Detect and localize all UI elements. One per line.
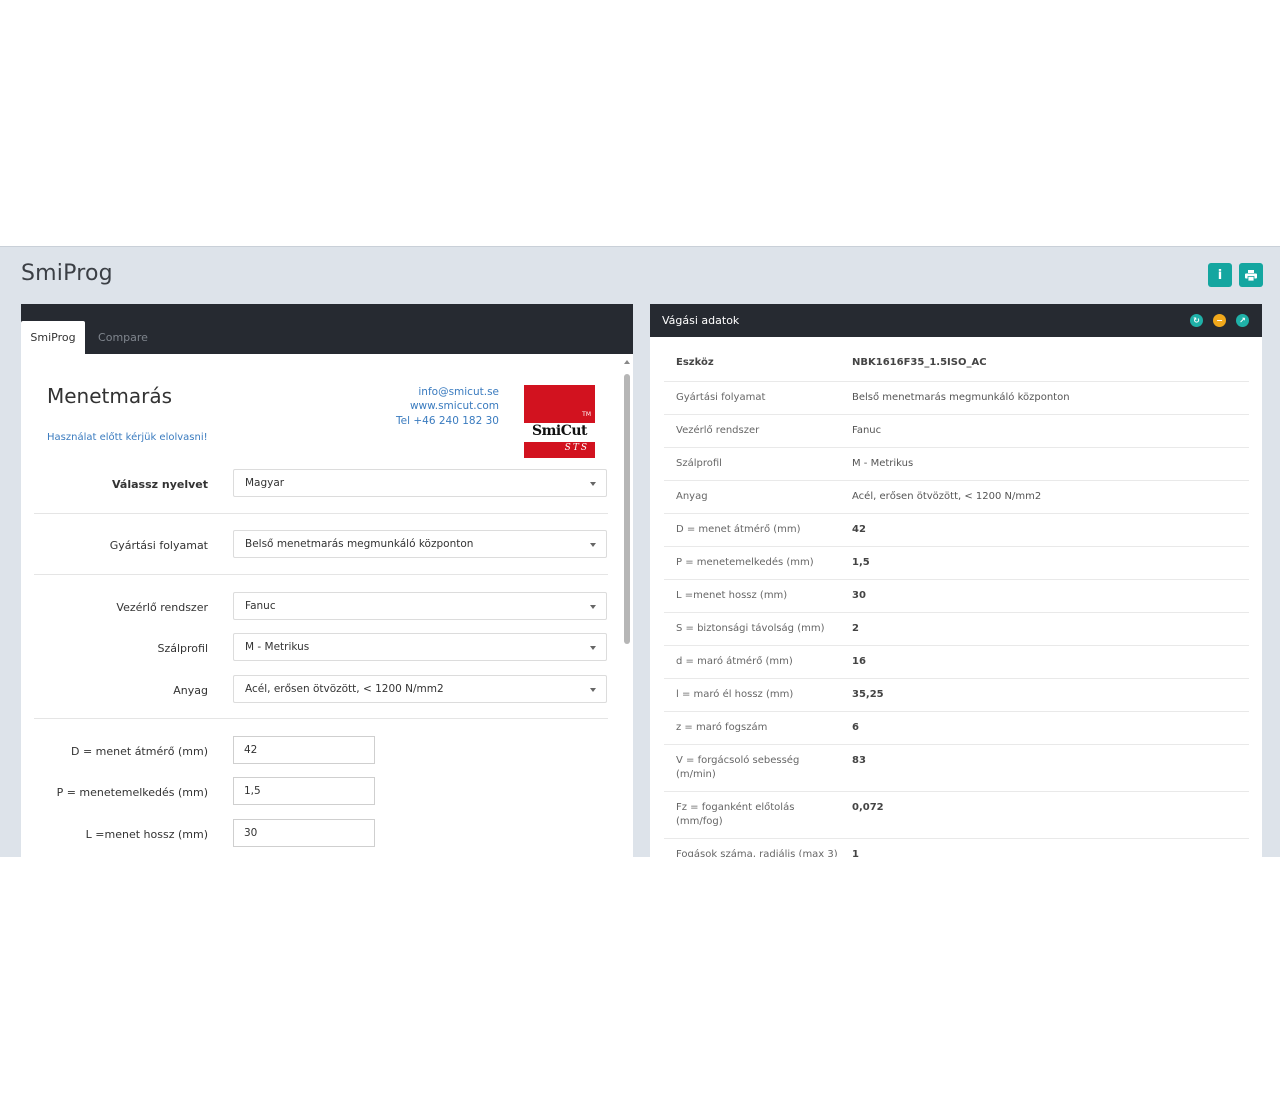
print-button[interactable]: [1239, 263, 1263, 287]
control-label: Vezérlő rendszer: [116, 601, 208, 614]
print-icon: [1245, 269, 1257, 281]
page-title: Menetmarás: [47, 384, 173, 408]
smicut-logo: TM SmiCut STS: [524, 385, 595, 458]
row-label: Eszköz: [676, 357, 714, 368]
pitch-input[interactable]: [233, 777, 375, 805]
row-value: 35,25: [852, 689, 884, 700]
table-row: V = forgácsoló sebesség (m/min) 83: [664, 745, 1249, 792]
row-value: 16: [852, 656, 866, 667]
phone-text: Tel +46 240 182 30: [396, 415, 499, 427]
row-label: l = maró él hossz (mm): [676, 689, 794, 700]
info-button[interactable]: i: [1208, 263, 1232, 287]
divider: [34, 513, 608, 514]
read-first-link[interactable]: Használat előtt kérjük elolvasni!: [47, 432, 208, 443]
row-value: 1: [852, 849, 859, 857]
material-select[interactable]: Acél, erősen ötvözött, < 1200 N/mm2: [233, 675, 607, 703]
row-value: M - Metrikus: [852, 458, 914, 469]
profile-label: Szálprofil: [157, 642, 208, 655]
refresh-icon[interactable]: ↻: [1190, 314, 1203, 327]
info-icon: i: [1217, 267, 1223, 283]
row-label: d = maró átmérő (mm): [676, 656, 793, 667]
process-label: Gyártási folyamat: [109, 539, 208, 552]
diameter-label: D = menet átmérő (mm): [70, 745, 208, 758]
table-row: d = maró átmérő (mm) 16: [664, 646, 1249, 679]
table-row: Gyártási folyamat Belső menetmarás megmun…: [664, 382, 1249, 415]
row-label: Szálprofil: [676, 458, 722, 469]
row-label: Vezérlő rendszer: [676, 425, 760, 436]
table-row: Szálprofil M - Metrikus: [664, 448, 1249, 481]
language-label: Válassz nyelvet: [112, 478, 208, 491]
table-row: P = menetemelkedés (mm) 1,5: [664, 547, 1249, 580]
table-row: l = maró él hossz (mm) 35,25: [664, 679, 1249, 712]
table-row: Anyag Acél, erősen ötvözött, < 1200 N/mm2: [664, 481, 1249, 514]
chevron-down-icon: [590, 605, 596, 609]
calculator-panel: SmiProg Compare Menetmarás Használat elő…: [21, 304, 633, 857]
table-row: Fogások száma, radiális (max 3) 1: [664, 839, 1249, 857]
website-link[interactable]: www.smicut.com: [410, 400, 499, 412]
row-label: L =menet hossz (mm): [676, 590, 788, 601]
row-value: 30: [852, 590, 866, 601]
table-row: Fz = foganként előtolás (mm/fog) 0,072: [664, 792, 1249, 839]
language-select[interactable]: Magyar: [233, 469, 607, 497]
row-label: Anyag: [676, 491, 708, 502]
row-value: Acél, erősen ötvözött, < 1200 N/mm2: [852, 491, 1042, 502]
table-row: Eszköz NBK1616F35_1.5ISO_AC: [664, 349, 1249, 382]
row-value: Fanuc: [852, 425, 882, 436]
form-content: Menetmarás Használat előtt kérjük elolva…: [21, 354, 621, 857]
table-row: S = biztonsági távolság (mm) 2: [664, 613, 1249, 646]
length-input[interactable]: [233, 819, 375, 847]
row-label: z = maró fogszám: [676, 722, 768, 733]
table-row: L =menet hossz (mm) 30: [664, 580, 1249, 613]
row-value: 6: [852, 722, 859, 733]
email-link[interactable]: info@smicut.se: [418, 386, 499, 398]
row-label: S = biztonsági távolság (mm): [676, 623, 825, 634]
process-select[interactable]: Belső menetmarás megmunkáló központon: [233, 530, 607, 558]
row-value: 2: [852, 623, 859, 634]
row-value: 42: [852, 524, 866, 535]
row-label: D = menet átmérő (mm): [676, 524, 801, 535]
row-value: Belső menetmarás megmunkáló központon: [852, 392, 1070, 403]
expand-icon[interactable]: ↗: [1236, 314, 1249, 327]
app-window: SmiProg i SmiProg Compare Menetmarás Has…: [0, 246, 1280, 857]
panel-title: Vágási adatok: [662, 314, 740, 327]
row-label: P = menetemelkedés (mm): [676, 557, 814, 568]
row-value: 1,5: [852, 557, 870, 568]
row-label: Fz = foganként előtolás (mm/fog): [676, 802, 795, 827]
table-row: D = menet átmérő (mm) 42: [664, 514, 1249, 547]
collapse-icon[interactable]: −: [1213, 314, 1226, 327]
row-label: Fogások száma, radiális (max 3): [676, 849, 838, 857]
table-row: Vezérlő rendszer Fanuc: [664, 415, 1249, 448]
row-label: Gyártási folyamat: [676, 392, 766, 403]
chevron-down-icon: [590, 543, 596, 547]
panel-header: Vágási adatok ↻ − ↗: [650, 304, 1262, 337]
scroll-thumb[interactable]: [624, 374, 630, 644]
tab-smiprog[interactable]: SmiProg: [21, 321, 85, 354]
scroll-up-icon[interactable]: [624, 360, 630, 364]
row-value: 0,072: [852, 802, 884, 813]
row-value: 83: [852, 755, 866, 766]
divider: [34, 718, 608, 719]
diameter-input[interactable]: [233, 736, 375, 764]
tab-bar: SmiProg Compare: [21, 304, 633, 354]
cutting-data-table: Eszköz NBK1616F35_1.5ISO_AC Gyártási folya…: [664, 349, 1249, 857]
chevron-down-icon: [590, 482, 596, 486]
control-select[interactable]: Fanuc: [233, 592, 607, 620]
tab-compare[interactable]: Compare: [89, 321, 157, 354]
material-label: Anyag: [173, 684, 208, 697]
scrollbar[interactable]: [622, 356, 632, 857]
length-label: L =menet hossz (mm): [85, 828, 208, 841]
divider: [34, 574, 608, 575]
row-label: V = forgácsoló sebesség (m/min): [676, 755, 800, 780]
app-title: SmiProg: [21, 261, 113, 286]
chevron-down-icon: [590, 646, 596, 650]
cutting-data-panel: Vágási adatok ↻ − ↗ Eszköz NBK1616F35_1.5…: [650, 304, 1262, 857]
pitch-label: P = menetemelkedés (mm): [56, 786, 208, 799]
chevron-down-icon: [590, 688, 596, 692]
profile-select[interactable]: M - Metrikus: [233, 633, 607, 661]
row-value: NBK1616F35_1.5ISO_AC: [852, 357, 987, 368]
table-row: z = maró fogszám 6: [664, 712, 1249, 745]
